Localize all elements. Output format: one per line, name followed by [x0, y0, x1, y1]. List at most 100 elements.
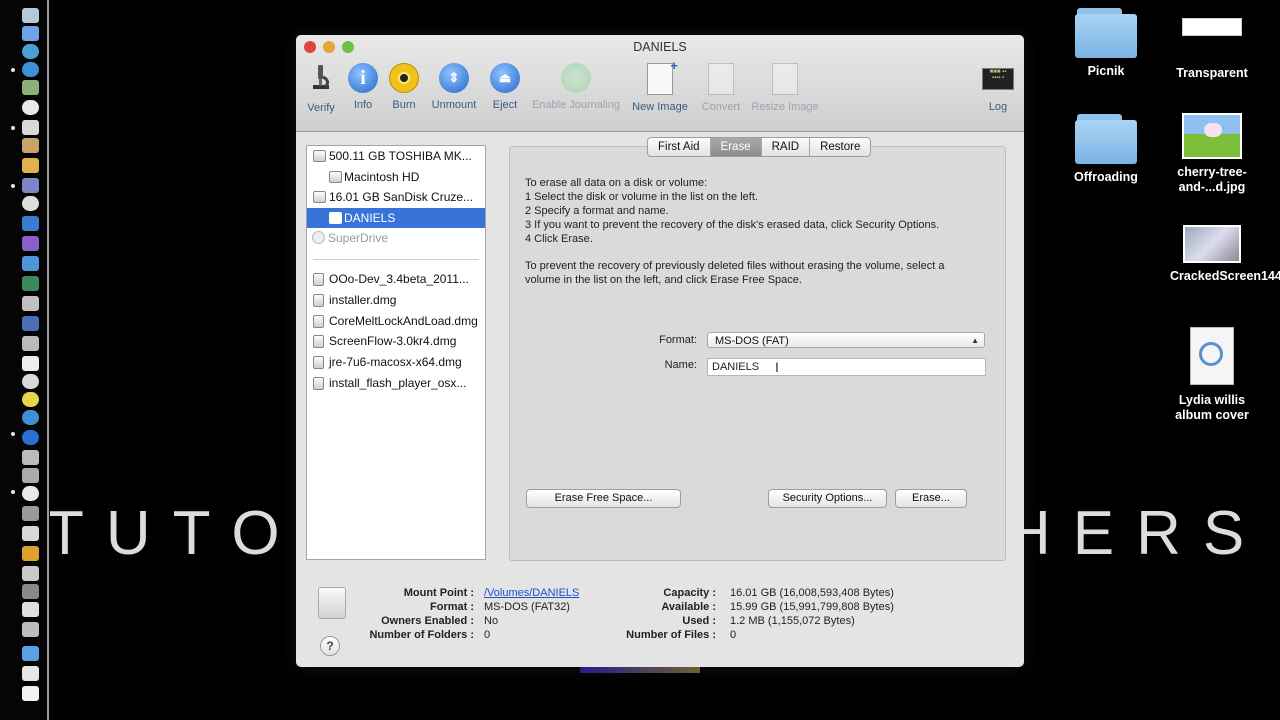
desktop-file-cracked-screen[interactable]: CrackedScreen144...1.jpg: [1157, 225, 1280, 284]
dock-app-icon[interactable]: [22, 666, 39, 681]
toolbar-label: Convert: [701, 101, 741, 113]
dock-app-icon[interactable]: [22, 100, 39, 115]
desktop-item-label: Offroading: [1074, 170, 1138, 184]
info-key: Used :: [682, 615, 716, 627]
dock-app-icon[interactable]: [22, 138, 39, 153]
desktop-file-cherry-tree[interactable]: cherry-tree-and-...d.jpg: [1157, 113, 1267, 195]
dock-app-icon[interactable]: [22, 316, 39, 331]
dock-app-icon[interactable]: [22, 602, 39, 617]
toolbar-new-image-button[interactable]: + New Image: [629, 58, 691, 113]
toolbar-convert-button[interactable]: Convert: [699, 63, 743, 113]
dock-app-icon[interactable]: [22, 646, 39, 661]
desktop-folder-picnik[interactable]: Picnik: [1051, 8, 1161, 79]
desktop-item-label: Transparent: [1176, 66, 1248, 80]
dock-app-icon[interactable]: [22, 486, 39, 501]
dock-app-icon[interactable]: [22, 216, 39, 231]
info-value: 0: [730, 629, 737, 641]
instruction-line: 2 Specify a format and name.: [525, 205, 669, 217]
name-label: Name:: [664, 359, 697, 371]
hard-disk-icon: [313, 150, 326, 162]
dock-app-icon[interactable]: [22, 506, 39, 521]
chevron-updown-icon: ▲: [971, 336, 979, 345]
dock-app-icon[interactable]: [22, 44, 39, 59]
instruction-line: To erase all data on a disk or volume:: [525, 177, 708, 189]
dock-app-icon[interactable]: [22, 468, 39, 483]
dock-app-icon[interactable]: [22, 236, 39, 251]
tab-erase[interactable]: Erase: [710, 138, 762, 156]
tab-raid[interactable]: RAID: [762, 138, 811, 156]
tab-first-aid[interactable]: First Aid: [648, 138, 711, 156]
dock-app-icon[interactable]: [22, 584, 39, 599]
dock-app-icon[interactable]: [22, 178, 39, 193]
sidebar-item-superdrive[interactable]: SuperDrive: [307, 228, 485, 248]
dock-app-icon[interactable]: [22, 8, 39, 23]
security-options-button[interactable]: Security Options...: [768, 489, 887, 508]
toolbar-info-button[interactable]: i Info: [348, 63, 378, 111]
dock-app-icon[interactable]: [22, 26, 39, 41]
desktop-folder-offroading[interactable]: Offroading: [1051, 114, 1161, 185]
erase-free-space-button[interactable]: Erase Free Space...: [526, 489, 681, 508]
dock-app-icon[interactable]: [22, 622, 39, 637]
dock-app-icon[interactable]: [22, 296, 39, 311]
toolbar-resize-image-button[interactable]: Resize Image: [749, 63, 821, 113]
toolbar-log-button[interactable]: ■■■ ▪▪ ▪▪▪▪ ▪ Log: [982, 63, 1014, 113]
sidebar-image-item[interactable]: OOo-Dev_3.4beta_2011...: [307, 269, 485, 289]
window-title: DANIELS: [633, 40, 687, 54]
info-key: Capacity :: [663, 587, 716, 599]
dock-app-icon[interactable]: [22, 686, 39, 701]
dock-app-icon[interactable]: [22, 430, 39, 445]
resize-image-icon: [772, 63, 798, 95]
sidebar-image-item[interactable]: CoreMeltLockAndLoad.dmg: [307, 311, 485, 331]
sidebar-image-item[interactable]: jre-7u6-macosx-x64.dmg: [307, 352, 485, 372]
dock-running-indicator: [11, 490, 15, 494]
sidebar-image-item[interactable]: installer.dmg: [307, 290, 485, 310]
sidebar-item-daniels[interactable]: DANIELS: [307, 208, 485, 228]
toolbar-burn-button[interactable]: Burn: [389, 63, 419, 111]
info-icon: i: [348, 63, 378, 93]
dock-app-icon[interactable]: [22, 62, 39, 77]
sidebar-item-macintosh-hd[interactable]: Macintosh HD: [307, 167, 485, 187]
info-value: MS-DOS (FAT32): [484, 601, 570, 613]
sidebar-image-item[interactable]: ScreenFlow-3.0kr4.dmg: [307, 331, 485, 351]
toolbar-enable-journaling-button[interactable]: Enable Journaling: [529, 63, 623, 111]
dock-app-icon[interactable]: [22, 546, 39, 561]
dock-app-icon[interactable]: [22, 256, 39, 271]
dock-app-icon[interactable]: [22, 276, 39, 291]
tab-restore[interactable]: Restore: [810, 138, 870, 156]
sidebar-item-label: OOo-Dev_3.4beta_2011...: [329, 272, 469, 286]
desktop-item-label: CrackedScreen144...1.jpg: [1170, 269, 1280, 283]
toolbar-eject-button[interactable]: ⏏ Eject: [490, 63, 520, 111]
erase-button[interactable]: Erase...: [895, 489, 967, 508]
dock-app-icon[interactable]: [22, 526, 39, 541]
sidebar-item-label: 500.11 GB TOSHIBA MK...: [329, 149, 472, 163]
dock-app-icon[interactable]: [22, 392, 39, 407]
toolbar-verify-button[interactable]: Verify: [304, 63, 338, 114]
dock-app-icon[interactable]: [22, 120, 39, 135]
dock-app-icon[interactable]: [22, 336, 39, 351]
name-field[interactable]: [707, 358, 986, 376]
sidebar-item-sandisk-disk[interactable]: 16.01 GB SanDisk Cruze...: [307, 187, 485, 207]
sidebar-image-item[interactable]: install_flash_player_osx...: [307, 373, 485, 393]
dock-app-icon[interactable]: [22, 374, 39, 389]
journaling-icon: [561, 63, 591, 93]
toolbar-label: Info: [353, 99, 373, 111]
dock-app-icon[interactable]: [22, 410, 39, 425]
dock-app-icon[interactable]: [22, 450, 39, 465]
format-select[interactable]: MS-DOS (FAT) ▲: [707, 332, 985, 348]
info-key: Number of Folders :: [369, 629, 474, 641]
microscope-icon: [313, 65, 330, 89]
desktop-file-lydia-willis[interactable]: Lydia willis album cover: [1157, 327, 1267, 423]
disk-image-icon: [313, 273, 324, 286]
sidebar-item-toshiba-disk[interactable]: 500.11 GB TOSHIBA MK...: [307, 146, 485, 166]
instruction-line: volume in the list on the left, and clic…: [525, 274, 802, 286]
dock-app-icon[interactable]: [22, 566, 39, 581]
optical-drive-icon: [312, 231, 325, 244]
toolbar-unmount-button[interactable]: ⇕ Unmount: [429, 63, 479, 111]
document-icon: [1190, 327, 1234, 385]
dock-app-icon[interactable]: [22, 196, 39, 211]
desktop-file-transparent[interactable]: Transparent: [1157, 18, 1267, 81]
dock-app-icon[interactable]: [22, 356, 39, 371]
dock-app-icon[interactable]: [22, 158, 39, 173]
dock-app-icon[interactable]: [22, 80, 39, 95]
info-key: Owners Enabled :: [381, 615, 474, 627]
